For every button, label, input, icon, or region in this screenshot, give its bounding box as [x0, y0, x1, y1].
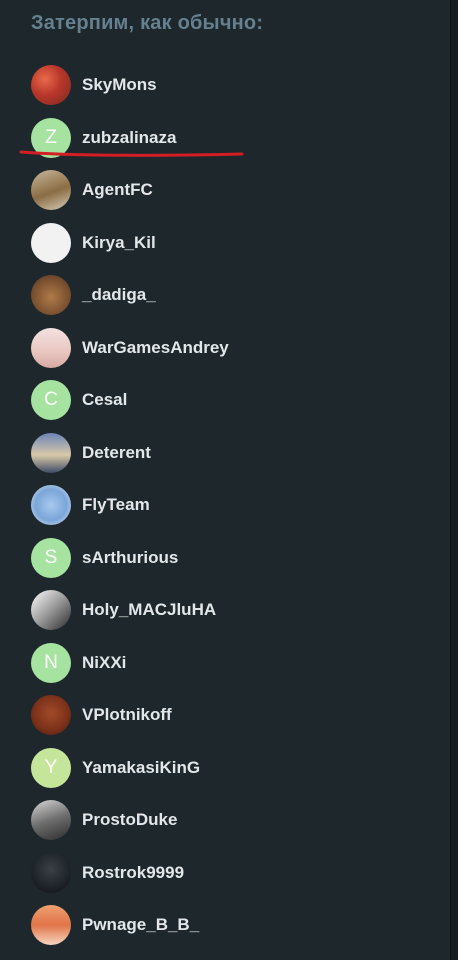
- username[interactable]: Holy_MACJluHA: [82, 600, 216, 620]
- user-list-item[interactable]: C Cesal: [31, 374, 229, 427]
- blue-creature-avatar: [31, 485, 71, 526]
- letter-avatar: S: [31, 537, 71, 578]
- user-list-item[interactable]: AgentFC: [31, 164, 229, 217]
- user-list: SkyMons Zzubzalinaza AgentFC Kirya_Kil _dadi…: [31, 59, 229, 952]
- avatar-letter: Z: [45, 126, 57, 148]
- user-list-item[interactable]: ProstoDuke: [31, 794, 229, 847]
- anime-character-avatar: [31, 432, 71, 473]
- username[interactable]: _dadiga_: [82, 285, 156, 305]
- username[interactable]: sArthurious: [82, 548, 178, 568]
- user-list-item[interactable]: Rostrok9999: [31, 847, 229, 900]
- username[interactable]: Cesal: [82, 390, 127, 410]
- user-list-item[interactable]: Kirya_Kil: [31, 217, 229, 270]
- user-list-item[interactable]: SsArthurious: [31, 532, 229, 585]
- red-pattern-avatar: [31, 65, 71, 106]
- user-list-item[interactable]: _dadiga_: [31, 269, 229, 322]
- avatar-letter: S: [44, 546, 58, 568]
- user-list-panel: Затерпим, как обычно: SkyMons Zzubzalinaz…: [0, 0, 451, 960]
- username[interactable]: ProstoDuke: [82, 810, 177, 830]
- letter-avatar: Y: [31, 747, 71, 788]
- user-list-item[interactable]: Holy_MACJluHA: [31, 584, 229, 637]
- username[interactable]: Pwnage_B_B_: [82, 915, 199, 935]
- letter-avatar: N: [31, 642, 71, 683]
- grey-photo-avatar: [31, 800, 71, 841]
- username[interactable]: YamakasiKinG: [82, 758, 200, 778]
- user-list-item[interactable]: VPlotnikoff: [31, 689, 229, 742]
- user-list-item[interactable]: SkyMons: [31, 59, 229, 112]
- username[interactable]: WarGamesAndrey: [82, 338, 229, 358]
- username[interactable]: FlyTeam: [82, 495, 150, 515]
- username[interactable]: NiXXi: [82, 653, 126, 673]
- user-list-item[interactable]: N NiXXi: [31, 637, 229, 690]
- username[interactable]: zubzalinaza: [82, 128, 176, 148]
- username[interactable]: VPlotnikoff: [82, 705, 172, 725]
- dark-figure-avatar: [31, 852, 71, 893]
- letter-avatar: Z: [31, 117, 71, 158]
- user-list-item[interactable]: WarGamesAndrey: [31, 322, 229, 375]
- anime-redhead-avatar: [31, 905, 71, 946]
- section-heading: Затерпим, как обычно:: [31, 12, 264, 34]
- letter-avatar: C: [31, 380, 71, 421]
- avatar-letter: N: [44, 651, 58, 673]
- username[interactable]: SkyMons: [82, 75, 157, 95]
- sad-face-avatar: [31, 695, 71, 736]
- username[interactable]: AgentFC: [82, 180, 153, 200]
- anime-girl-avatar: [31, 327, 71, 368]
- user-list-item[interactable]: Y YamakasiKinG: [31, 742, 229, 795]
- lion-avatar: [31, 170, 71, 211]
- bw-photo-avatar: [31, 590, 71, 631]
- user-list-item[interactable]: FlyTeam: [31, 479, 229, 532]
- user-list-item[interactable]: Zzubzalinaza: [31, 112, 229, 165]
- avatar-letter: Y: [44, 756, 58, 778]
- cat-avatar: [31, 275, 71, 316]
- user-list-item[interactable]: Deterent: [31, 427, 229, 480]
- username[interactable]: Deterent: [82, 443, 151, 463]
- meme-face-avatar: [31, 222, 71, 263]
- username[interactable]: Kirya_Kil: [82, 233, 156, 253]
- user-list-item[interactable]: Pwnage_B_B_: [31, 899, 229, 952]
- avatar-letter: C: [44, 389, 58, 411]
- username[interactable]: Rostrok9999: [82, 863, 184, 883]
